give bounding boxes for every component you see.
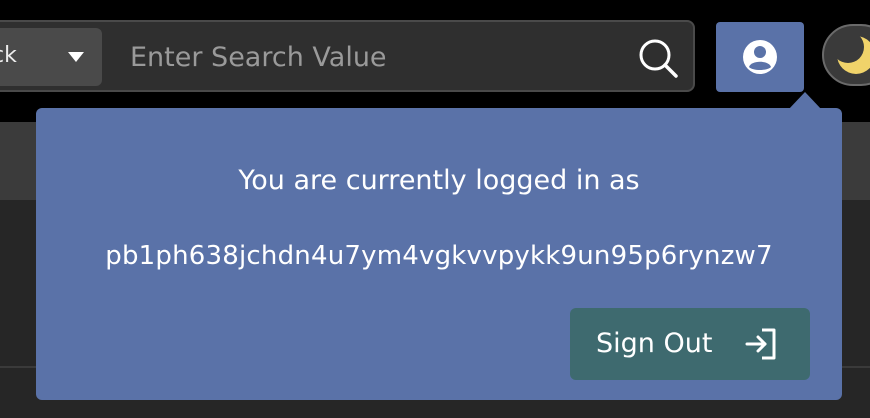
account-button[interactable] xyxy=(716,22,804,92)
search-bar: ck xyxy=(0,20,695,92)
page: ck You are currently logged in as pb1ph6… xyxy=(0,0,870,418)
moon-icon xyxy=(834,33,870,74)
user-circle-icon xyxy=(743,40,777,74)
sign-out-icon xyxy=(745,328,776,360)
sign-out-button[interactable]: Sign Out xyxy=(570,308,810,380)
logged-in-username: pb1ph638jchdn4u7ym4vgkvvpykk9un95p6rynzw… xyxy=(105,241,773,271)
logged-in-message: You are currently logged in as xyxy=(238,165,640,196)
search-type-value: ck xyxy=(0,44,17,68)
chevron-down-icon xyxy=(68,52,84,62)
search-input[interactable] xyxy=(128,34,612,80)
search-icon[interactable] xyxy=(636,36,680,80)
sign-out-label: Sign Out xyxy=(596,328,713,359)
search-type-select[interactable]: ck xyxy=(0,28,102,86)
account-popup: You are currently logged in as pb1ph638j… xyxy=(36,108,842,400)
